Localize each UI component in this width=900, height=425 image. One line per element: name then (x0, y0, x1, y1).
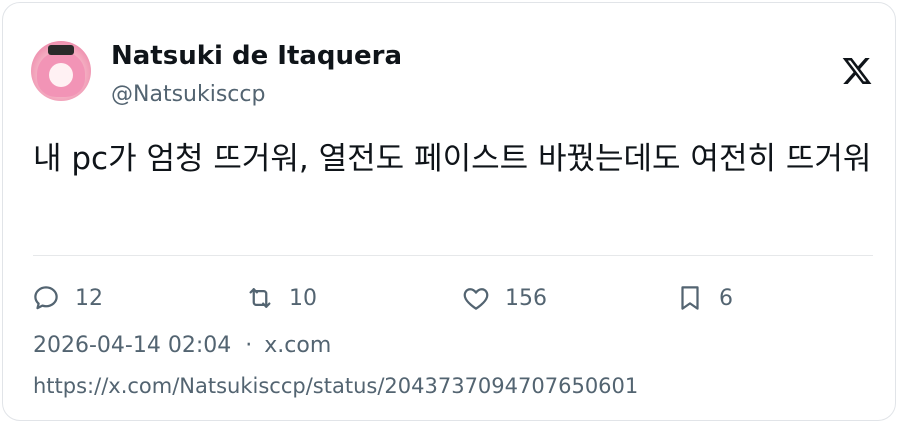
like-count: 156 (505, 285, 547, 311)
heart-icon (463, 288, 489, 310)
author-display-name[interactable]: Natsuki de Itaquera (111, 41, 402, 71)
timestamp[interactable]: 2026-04-14 02:04 (33, 333, 231, 358)
bookmark-icon (681, 286, 699, 310)
x-logo-icon[interactable] (841, 55, 873, 87)
reply-button[interactable]: 12 (31, 281, 103, 315)
avatar[interactable] (31, 41, 91, 101)
tweet-card: Natsuki de Itaquera @Natsukisccp 내 pc가 엄… (2, 2, 896, 421)
author-handle[interactable]: @Natsukisccp (111, 82, 265, 107)
status-url[interactable]: https://x.com/Natsukisccp/status/2043737… (33, 374, 638, 398)
repost-icon (249, 288, 271, 308)
tweet-meta: 2026-04-14 02:04 · x.com (33, 333, 331, 358)
like-button[interactable]: 156 (461, 281, 547, 315)
bookmark-count: 6 (719, 285, 733, 311)
tweet-text: 내 pc가 엄청 뜨거워, 열전도 페이스트 바꿨는데도 여전히 뜨거워 (33, 141, 872, 177)
reply-count: 12 (75, 285, 103, 311)
bookmark-button[interactable]: 6 (675, 281, 733, 315)
source-link[interactable]: x.com (264, 333, 331, 358)
reply-icon (34, 286, 58, 310)
repost-count: 10 (289, 285, 317, 311)
divider (33, 255, 873, 256)
repost-button[interactable]: 10 (245, 281, 317, 315)
meta-separator: · (245, 333, 253, 358)
